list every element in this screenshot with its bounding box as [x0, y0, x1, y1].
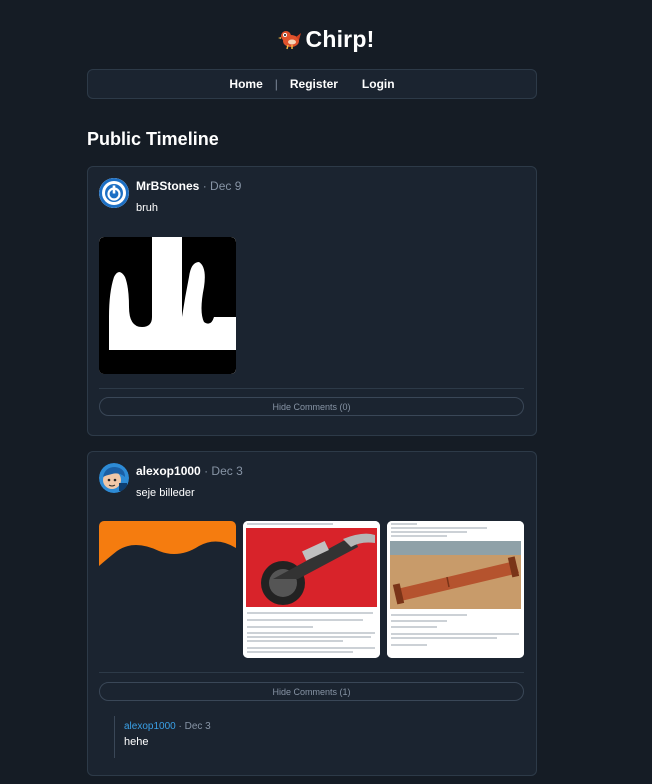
nav-home-link[interactable]: Home — [217, 77, 274, 91]
avatar[interactable] — [99, 463, 129, 493]
comment: alexop1000 · Dec 3 hehe — [114, 716, 414, 758]
post-dot: · — [202, 179, 207, 193]
comment-author[interactable]: alexop1000 — [124, 721, 176, 732]
post-dot: · — [204, 464, 209, 478]
post-image[interactable] — [387, 521, 524, 658]
nav-register-link[interactable]: Register — [278, 77, 350, 91]
hide-comments-button[interactable]: Hide Comments (0) — [99, 397, 524, 416]
main-nav: Home | Register Login — [87, 69, 537, 99]
post-card: alexop1000 · Dec 3 seje billeder Hide Co… — [87, 451, 537, 776]
post-divider — [99, 672, 524, 673]
bird-logo-icon[interactable] — [277, 27, 302, 51]
post-image[interactable] — [99, 237, 236, 374]
post-author[interactable]: alexop1000 — [136, 464, 201, 478]
avatar[interactable] — [99, 178, 129, 208]
page-title: Public Timeline — [87, 129, 219, 149]
comment-text: hehe — [124, 736, 149, 748]
brand-name[interactable]: Chirp! — [306, 26, 375, 53]
post-card: MrBStones · Dec 9 bruh Hide Comments (0) — [87, 166, 537, 436]
post-header: MrBStones · Dec 9 — [136, 179, 241, 193]
nav-login-link[interactable]: Login — [350, 77, 407, 91]
post-author[interactable]: MrBStones — [136, 179, 199, 193]
post-image[interactable] — [243, 521, 380, 658]
comment-date: Dec 3 — [184, 721, 211, 732]
post-date: Dec 9 — [210, 179, 242, 193]
post-text: seje billeder — [136, 487, 195, 499]
post-date: Dec 3 — [211, 464, 243, 478]
post-image[interactable] — [99, 521, 236, 658]
post-divider — [99, 388, 524, 389]
post-text: bruh — [136, 202, 159, 214]
post-header: alexop1000 · Dec 3 — [136, 464, 243, 478]
comment-dot: · — [178, 721, 182, 732]
comment-header: alexop1000 · Dec 3 — [124, 721, 414, 732]
hide-comments-button[interactable]: Hide Comments (1) — [99, 682, 524, 701]
site-header: Chirp! — [0, 22, 652, 56]
